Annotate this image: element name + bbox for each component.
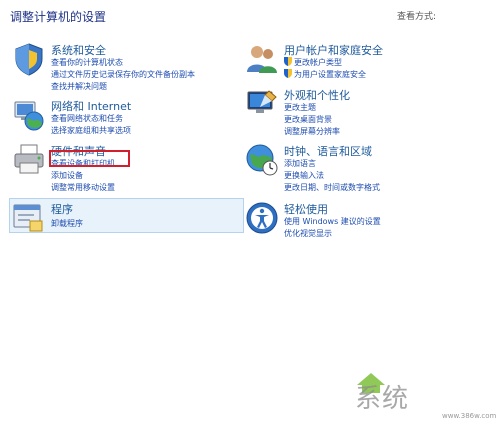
link-uninstall-program[interactable]: 卸载程序 [51, 218, 83, 229]
link-network-status[interactable]: 查看网络状态和任务 [51, 113, 123, 124]
category-ease-of-access: 轻松使用 使用 Windows 建议的设置 优化视觉显示 [245, 201, 495, 241]
clock-globe-icon[interactable] [245, 143, 279, 177]
programs-icon[interactable] [12, 201, 46, 235]
category-title-ease-of-access[interactable]: 轻松使用 [284, 201, 328, 217]
link-optimize-visual-display[interactable]: 优化视觉显示 [284, 228, 332, 239]
category-title-programs[interactable]: 程序 [51, 201, 73, 217]
page-title: 调整计算机的设置 [10, 10, 107, 24]
link-add-language[interactable]: 添加语言 [284, 158, 316, 169]
category-appearance: 外观和个性化 更改主题 更改桌面背景 调整屏幕分辨率 [245, 87, 485, 137]
link-file-history-backup[interactable]: 通过文件历史记录保存你的文件备份副本 [51, 69, 195, 80]
link-date-time-format[interactable]: 更改日期、时间或数字格式 [284, 182, 380, 193]
category-clock-language-region: 时钟、语言和区域 添加语言 更换输入法 更改日期、时间或数字格式 [245, 143, 495, 193]
watermark: 系统 www.386w.com [350, 372, 498, 426]
link-change-account-type-label: 更改帐户类型 [294, 58, 342, 67]
category-title-clock-language-region[interactable]: 时钟、语言和区域 [284, 143, 372, 159]
view-by-label[interactable]: 查看方式: [397, 9, 436, 22]
users-icon[interactable] [245, 42, 279, 76]
annotation-highlight-box [49, 150, 130, 167]
uac-shield-icon [284, 57, 292, 66]
link-family-safety[interactable]: 为用户设置家庭安全 [284, 69, 366, 80]
link-add-device[interactable]: 添加设备 [51, 170, 83, 181]
category-title-appearance[interactable]: 外观和个性化 [284, 87, 350, 103]
link-desktop-background[interactable]: 更改桌面背景 [284, 114, 332, 125]
category-programs: 程序 卸载程序 [12, 201, 242, 232]
category-system-security: 系统和安全 查看你的计算机状态 通过文件历史记录保存你的文件备份副本 查找并解决… [12, 42, 242, 92]
category-title-system-security[interactable]: 系统和安全 [51, 42, 106, 58]
category-title-user-accounts[interactable]: 用户帐户和家庭安全 [284, 42, 383, 58]
link-homegroup-sharing[interactable]: 选择家庭组和共享选项 [51, 125, 131, 136]
link-mobility-settings[interactable]: 调整常用移动设置 [51, 182, 115, 193]
watermark-logo: 系统 [355, 384, 410, 414]
link-change-input-method[interactable]: 更换输入法 [284, 170, 324, 181]
shield-icon[interactable] [12, 42, 46, 76]
printer-icon[interactable] [12, 143, 46, 177]
category-title-network-internet[interactable]: 网络和 Internet [51, 98, 131, 114]
link-change-account-type[interactable]: 更改帐户类型 [284, 57, 342, 68]
uac-shield-icon [284, 69, 292, 78]
network-globe-icon[interactable] [12, 98, 46, 132]
link-family-safety-label: 为用户设置家庭安全 [294, 70, 366, 79]
watermark-url: www.386w.com [442, 412, 497, 420]
link-change-theme[interactable]: 更改主题 [284, 102, 316, 113]
appearance-monitor-icon[interactable] [245, 87, 279, 121]
link-troubleshoot[interactable]: 查找并解决问题 [51, 81, 107, 92]
ease-of-access-icon[interactable] [245, 201, 279, 235]
category-network-internet: 网络和 Internet 查看网络状态和任务 选择家庭组和共享选项 [12, 98, 242, 138]
link-windows-recommended-settings[interactable]: 使用 Windows 建议的设置 [284, 216, 381, 227]
link-screen-resolution[interactable]: 调整屏幕分辨率 [284, 126, 340, 137]
link-view-computer-status[interactable]: 查看你的计算机状态 [51, 57, 123, 68]
category-user-accounts: 用户帐户和家庭安全 更改帐户类型 为用户设置家庭安全 [245, 42, 485, 82]
